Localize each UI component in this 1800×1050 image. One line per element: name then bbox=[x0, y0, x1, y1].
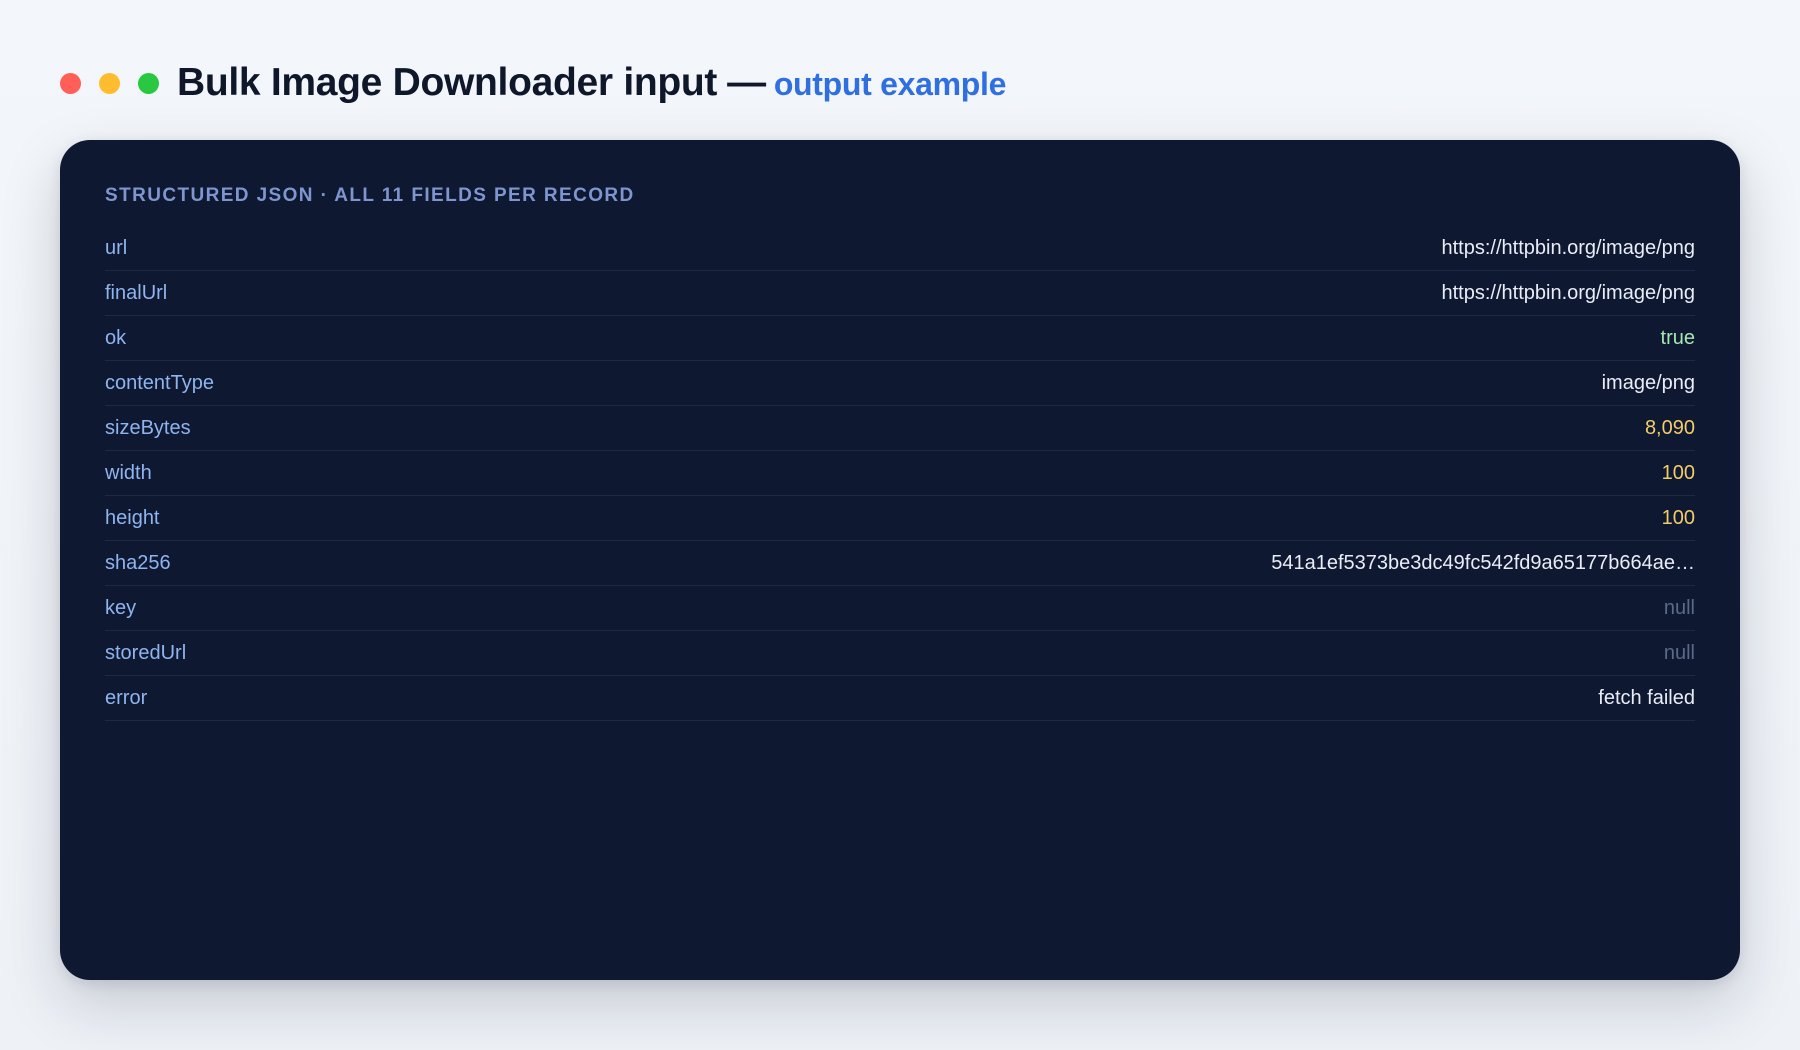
field-key: url bbox=[105, 236, 128, 259]
page-subtitle: output example bbox=[773, 66, 1007, 102]
field-row-contenttype: contentType image/png bbox=[105, 361, 1695, 406]
field-value: null bbox=[1663, 596, 1695, 619]
field-key: key bbox=[105, 596, 137, 619]
field-key: contentType bbox=[105, 371, 214, 394]
json-output-card: STRUCTURED JSON · ALL 11 FIELDS PER RECO… bbox=[60, 140, 1740, 980]
field-value: null bbox=[1663, 641, 1695, 664]
window-controls bbox=[60, 72, 159, 94]
field-row-finalurl: finalUrl https://httpbin.org/image/png bbox=[105, 271, 1695, 316]
minimize-dot-icon[interactable] bbox=[99, 72, 120, 94]
field-key: height bbox=[105, 506, 160, 529]
page-header: Bulk Image Downloader input — output examp… bbox=[60, 58, 1006, 108]
field-key: width bbox=[105, 461, 152, 484]
field-list: url https://httpbin.org/image/png finalUrl… bbox=[105, 226, 1695, 721]
field-key: sizeBytes bbox=[105, 416, 191, 439]
title-separator: — bbox=[727, 61, 766, 104]
field-key: storedUrl bbox=[105, 641, 187, 664]
field-value: 8,090 bbox=[1644, 416, 1695, 439]
field-value: 100 bbox=[1661, 506, 1695, 529]
field-row-width: width 100 bbox=[105, 451, 1695, 496]
field-key: error bbox=[105, 686, 148, 709]
field-key: sha256 bbox=[105, 551, 171, 574]
field-value: fetch failed bbox=[1598, 686, 1695, 709]
field-row-height: height 100 bbox=[105, 496, 1695, 541]
field-row-sha256: sha256 541a1ef5373be3dc49fc542fd9a65177b6… bbox=[105, 541, 1695, 586]
field-row-storedurl: storedUrl null bbox=[105, 631, 1695, 676]
field-key: finalUrl bbox=[105, 281, 168, 304]
field-key: ok bbox=[105, 326, 127, 349]
field-value: 541a1ef5373be3dc49fc542fd9a65177b664ae… bbox=[1271, 551, 1695, 574]
page-title: Bulk Image Downloader input — output examp… bbox=[177, 61, 1006, 105]
field-value: https://httpbin.org/image/png bbox=[1441, 236, 1696, 259]
field-row-error: error fetch failed bbox=[105, 676, 1695, 721]
field-value: image/png bbox=[1601, 371, 1695, 394]
maximize-dot-icon[interactable] bbox=[138, 72, 159, 94]
field-value: true bbox=[1660, 326, 1695, 349]
card-heading: STRUCTURED JSON · ALL 11 FIELDS PER RECO… bbox=[105, 185, 635, 206]
field-row-ok: ok true bbox=[105, 316, 1695, 361]
close-dot-icon[interactable] bbox=[60, 72, 81, 94]
page-title-main: Bulk Image Downloader input bbox=[177, 61, 718, 104]
field-row-sizebytes: sizeBytes 8,090 bbox=[105, 406, 1695, 451]
field-row-key: key null bbox=[105, 586, 1695, 631]
field-value: https://httpbin.org/image/png bbox=[1441, 281, 1696, 304]
field-value: 100 bbox=[1661, 461, 1695, 484]
field-row-url: url https://httpbin.org/image/png bbox=[105, 226, 1695, 271]
